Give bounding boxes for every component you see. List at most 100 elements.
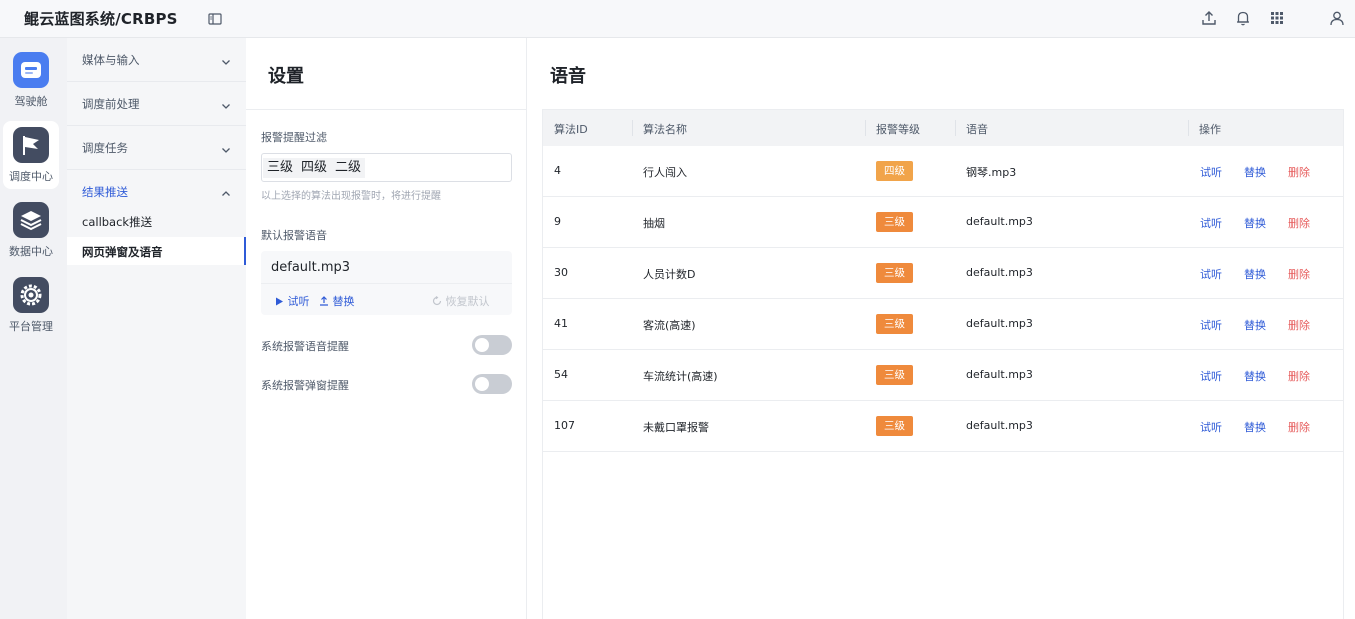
rail-item-data[interactable]: 数据中心: [3, 196, 59, 264]
divider: [865, 120, 866, 136]
apps-grid-icon[interactable]: [1268, 9, 1286, 27]
level-badge: 四级: [876, 161, 913, 181]
listen-link[interactable]: 试听: [1200, 419, 1222, 435]
menu-group-label: 调度任务: [82, 141, 128, 155]
cell-name: 客流(高速): [643, 319, 696, 332]
delete-link[interactable]: 删除: [1288, 215, 1310, 231]
chevron-down-icon: [220, 97, 232, 109]
cell-audio: default.mp3: [966, 266, 1033, 279]
divider: [1188, 120, 1189, 136]
upload-icon[interactable]: [1200, 9, 1218, 27]
menu-item-label: 网页弹窗及语音: [82, 245, 163, 259]
filter-tag[interactable]: 二级: [331, 158, 366, 178]
cell-audio: 钢琴.mp3: [966, 166, 1017, 179]
filter-tag[interactable]: 四级: [297, 158, 332, 178]
voice-alert-toggle[interactable]: [472, 335, 512, 355]
restore-icon: [432, 296, 442, 306]
voice-toggle-label: 系统报警语音提醒: [261, 340, 349, 353]
replace-link[interactable]: 替换: [1244, 215, 1266, 231]
filter-label: 报警提醒过滤: [261, 131, 327, 144]
replace-link[interactable]: 替换: [1244, 419, 1266, 435]
menu-group-tasks[interactable]: 调度任务: [67, 126, 246, 170]
replace-button[interactable]: 替换: [319, 293, 355, 309]
table-row: 30 人员计数D 三级 default.mp3 试听 替换 删除: [543, 248, 1343, 299]
cell-name: 未戴口罩报警: [643, 421, 709, 434]
cell-audio: default.mp3: [966, 317, 1033, 330]
settings-title: 设置: [268, 66, 304, 87]
menu-item-popup-voice[interactable]: 网页弹窗及语音: [67, 237, 246, 265]
delete-link[interactable]: 删除: [1288, 266, 1310, 282]
settings-panel: 设置 报警提醒过滤 三级 四级 二级 以上选择的算法出现报警时，将进行提醒 默认…: [246, 38, 527, 619]
cell-name: 抽烟: [643, 217, 665, 230]
cell-id: 4: [554, 164, 561, 177]
top-header: 鲲云蓝图系统/CRBPS: [0, 0, 1355, 38]
listen-link[interactable]: 试听: [1200, 215, 1222, 231]
cell-id: 41: [554, 317, 568, 330]
rail-item-dispatch[interactable]: 调度中心: [3, 121, 59, 189]
rail-label: 调度中心: [9, 170, 53, 183]
sidebar-toggle-icon[interactable]: [207, 11, 223, 27]
voice-table: 算法ID 算法名称 报警等级 语音 操作 4 行人闯入 四级 钢琴.mp3 试听…: [542, 109, 1344, 619]
replace-link[interactable]: 替换: [1244, 266, 1266, 282]
column-header: 算法名称: [643, 123, 687, 136]
cell-audio: default.mp3: [966, 215, 1033, 228]
bell-icon[interactable]: [1234, 9, 1252, 27]
menu-group-media[interactable]: 媒体与输入: [67, 38, 246, 82]
delete-link[interactable]: 删除: [1288, 419, 1310, 435]
delete-link[interactable]: 删除: [1288, 317, 1310, 333]
restore-label: 恢复默认: [445, 295, 490, 308]
column-header: 报警等级: [876, 123, 920, 136]
restore-default-button[interactable]: 恢复默认: [432, 293, 490, 309]
listen-button[interactable]: 试听: [275, 293, 310, 309]
cell-audio: default.mp3: [966, 419, 1033, 432]
rail-item-cockpit[interactable]: 驾驶舱: [3, 46, 59, 114]
menu-group-label: 结果推送: [82, 185, 128, 199]
cell-name: 车流统计(高速): [643, 370, 718, 383]
rail-item-platform[interactable]: 平台管理: [3, 271, 59, 339]
user-icon[interactable]: [1328, 9, 1346, 27]
menu-group-label: 调度前处理: [82, 97, 140, 111]
secondary-menu: 媒体与输入 调度前处理 调度任务 结果推送 callback推送 网页弹窗及语音: [67, 38, 246, 619]
delete-link[interactable]: 删除: [1288, 368, 1310, 384]
menu-item-callback[interactable]: callback推送: [67, 207, 246, 235]
table-row: 41 客流(高速) 三级 default.mp3 试听 替换 删除: [543, 299, 1343, 350]
popup-alert-toggle[interactable]: [472, 374, 512, 394]
app-rail: 驾驶舱 调度中心 数据中心 平台管理: [0, 38, 67, 619]
column-header: 操作: [1199, 123, 1221, 136]
filter-hint: 以上选择的算法出现报警时，将进行提醒: [261, 191, 441, 202]
default-voice-box: default.mp3 试听 替换 恢复默认: [261, 251, 512, 315]
default-voice-label: 默认报警语音: [261, 229, 327, 242]
layers-icon: [13, 202, 49, 238]
menu-group-preprocess[interactable]: 调度前处理: [67, 82, 246, 126]
rail-label: 数据中心: [9, 245, 53, 258]
menu-item-label: callback推送: [82, 215, 153, 229]
table-row: 9 抽烟 三级 default.mp3 试听 替换 删除: [543, 197, 1343, 248]
chevron-down-icon: [220, 141, 232, 153]
cell-id: 107: [554, 419, 575, 432]
cell-name: 人员计数D: [643, 268, 696, 281]
alarm-level-filter-select[interactable]: 三级 四级 二级: [261, 153, 512, 182]
rail-label: 平台管理: [9, 320, 53, 333]
filter-tag[interactable]: 三级: [263, 158, 298, 178]
app-title: 鲲云蓝图系统/CRBPS: [24, 10, 178, 28]
popup-toggle-label: 系统报警弹窗提醒: [261, 379, 349, 392]
replace-link[interactable]: 替换: [1244, 317, 1266, 333]
replace-link[interactable]: 替换: [1244, 164, 1266, 180]
column-header: 语音: [966, 123, 988, 136]
listen-link[interactable]: 试听: [1200, 164, 1222, 180]
listen-link[interactable]: 试听: [1200, 368, 1222, 384]
divider: [246, 109, 527, 110]
gear-icon: [13, 277, 49, 313]
cell-id: 9: [554, 215, 561, 228]
flag-icon: [13, 127, 49, 163]
default-voice-file: default.mp3: [271, 260, 351, 275]
replace-link[interactable]: 替换: [1244, 368, 1266, 384]
play-icon: [276, 297, 283, 306]
listen-link[interactable]: 试听: [1200, 317, 1222, 333]
level-badge: 三级: [876, 365, 913, 385]
cell-id: 54: [554, 368, 568, 381]
delete-link[interactable]: 删除: [1288, 164, 1310, 180]
listen-link[interactable]: 试听: [1200, 266, 1222, 282]
chevron-up-icon: [220, 185, 232, 197]
replace-label: 替换: [332, 295, 355, 308]
